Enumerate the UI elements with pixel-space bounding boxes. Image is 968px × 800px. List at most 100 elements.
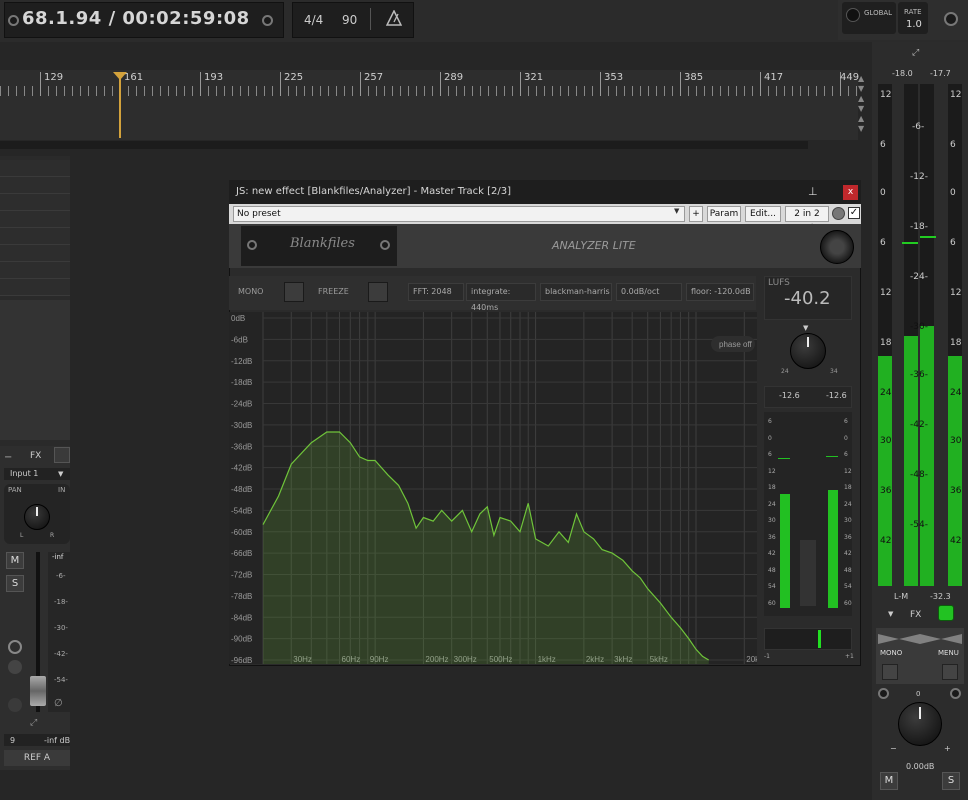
chevron-down-icon[interactable]: ▼ [888, 610, 893, 618]
track-row[interactable] [0, 211, 70, 228]
y-tick-label: -78dB [231, 592, 252, 601]
volume-db: -inf dB [44, 736, 71, 745]
master-peak-left[interactable]: -18.0 [892, 69, 913, 78]
track-row[interactable] [0, 177, 70, 194]
phase-invert-icon[interactable]: ∅ [54, 698, 63, 709]
ruler-line [40, 72, 41, 96]
horizontal-scrollbar[interactable] [0, 141, 808, 149]
gear-icon[interactable] [262, 15, 273, 26]
level-scale-label: 12 [768, 467, 776, 475]
level-scale-label: 60 [768, 599, 776, 607]
fx-bypass-icon[interactable] [8, 698, 22, 712]
master-solo-button[interactable]: S [942, 772, 960, 790]
y-tick-label: -18dB [231, 378, 252, 387]
minus-icon[interactable]: − [4, 452, 12, 463]
rate-value[interactable]: 1.0 [906, 19, 922, 30]
automation-icon[interactable]: ⤢ [912, 48, 919, 58]
window-field[interactable]: blackman-harris [540, 283, 612, 301]
level-scale-label: 30 [844, 517, 852, 524]
y-tick-label: -12dB [231, 357, 252, 366]
range-high: 34 [830, 368, 838, 375]
master-scale-label: 6 [880, 140, 886, 150]
spectrum-chart[interactable]: 0dB -6dB -12dB -18dB -24dB -30dB -36dB -42dB -48… [229, 312, 757, 664]
gear-icon[interactable] [878, 688, 889, 699]
playhead[interactable] [119, 76, 121, 138]
master-scale-inner: -36- [910, 370, 928, 380]
vertical-zoom-arrows-icon[interactable]: ▲ ▼ ▲ ▼ ▲ ▼ [858, 74, 868, 138]
tempo-stepper[interactable] [370, 8, 380, 30]
master-scale-label: 36 [950, 486, 962, 496]
master-peak-right[interactable]: -17.7 [930, 69, 951, 78]
master-scale-label: 36 [880, 486, 892, 496]
freeze-toggle[interactable] [368, 282, 388, 302]
ui-toggle-icon[interactable] [832, 207, 845, 220]
automation-icon[interactable]: ⤢ [30, 718, 37, 728]
mono-toggle[interactable] [284, 282, 304, 302]
edit-button[interactable]: Edit... [745, 206, 781, 222]
master-scale-label: 18 [880, 338, 892, 348]
meter-center-handle[interactable] [800, 540, 816, 606]
param-button[interactable]: Param [707, 206, 741, 222]
ruler-line [280, 72, 281, 96]
chevron-down-icon[interactable]: ▼ [674, 207, 679, 215]
master-scale-inner: -54- [910, 520, 928, 530]
ruler-mark: 321 [524, 72, 544, 83]
fft-size-field[interactable]: FFT: 2048 [408, 283, 464, 301]
track-row[interactable] [0, 228, 70, 245]
mono-button[interactable] [882, 664, 898, 680]
track-row[interactable] [0, 160, 70, 177]
track-name[interactable]: REF A [4, 750, 70, 766]
level-bar-left [780, 494, 790, 608]
floor-field[interactable]: floor: -120.0dB [686, 283, 754, 301]
track-row[interactable] [0, 262, 70, 279]
level-scale-label: 30 [768, 517, 776, 524]
metronome-icon[interactable] [386, 10, 402, 26]
lufs-knob-pointer [807, 337, 809, 347]
master-fx-label[interactable]: FX [910, 610, 921, 620]
track-row[interactable] [0, 194, 70, 211]
track-row[interactable] [0, 279, 70, 296]
solo-button[interactable]: S [6, 575, 24, 592]
master-scale-label: 12 [880, 288, 892, 298]
volume-fader-handle[interactable] [30, 676, 46, 706]
master-fx-button[interactable] [938, 605, 954, 621]
record-arm-icon[interactable] [8, 640, 22, 654]
fx-label[interactable]: FX [30, 451, 41, 461]
track-area-empty[interactable] [0, 300, 70, 440]
range-low: 24 [781, 368, 789, 375]
level-scale-label: 54 [844, 583, 852, 590]
mute-button[interactable]: M [6, 552, 24, 569]
bypass-checkbox[interactable]: ✓ [848, 207, 860, 219]
bpm-value[interactable]: 90 [342, 13, 357, 27]
time-signature[interactable]: 4/4 [304, 13, 323, 27]
global-knob-icon[interactable] [846, 8, 860, 22]
fx-button[interactable] [54, 447, 70, 463]
preset-select[interactable]: No preset [233, 206, 685, 222]
chevron-down-icon[interactable]: ▼ [58, 470, 63, 478]
phase-icon[interactable] [8, 660, 22, 674]
level-scale-label: 60 [844, 599, 852, 607]
slope-field[interactable]: 0.0dB/oct [616, 283, 682, 301]
gear-icon[interactable] [944, 12, 958, 26]
playhead-marker-icon[interactable] [113, 72, 127, 80]
master-scale-label: 30 [950, 436, 962, 446]
correlation-needle [818, 630, 821, 648]
correlation-meter [764, 628, 852, 650]
close-icon[interactable]: x [843, 185, 858, 200]
menu-button[interactable] [942, 664, 958, 680]
plus-icon: + [944, 744, 951, 753]
y-tick-label: -36dB [231, 442, 252, 451]
integrate-field[interactable]: integrate: 440ms [466, 283, 536, 312]
gear-icon[interactable] [8, 15, 19, 26]
pin-icon[interactable]: ⊥ [808, 185, 818, 198]
track-row[interactable] [0, 245, 70, 262]
master-mute-button[interactable]: M [880, 772, 898, 790]
phase-off-button[interactable]: phase off [711, 336, 755, 352]
add-preset-button[interactable]: + [689, 206, 703, 222]
y-tick-label: -66dB [231, 549, 252, 558]
gear-icon[interactable] [950, 688, 961, 699]
minus-icon: − [890, 744, 897, 753]
level-scale-label: 0 [768, 434, 772, 442]
level-scale-label: 36 [768, 533, 776, 541]
io-button[interactable]: 2 in 2 out [785, 206, 829, 233]
